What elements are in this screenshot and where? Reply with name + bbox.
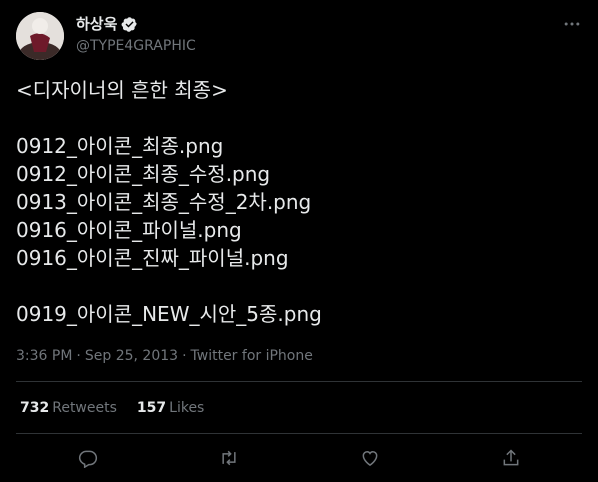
tweet-time[interactable]: 3:36 PM <box>16 346 72 366</box>
reply-icon <box>78 450 98 468</box>
meta-separator: · <box>182 348 187 364</box>
retweet-icon <box>222 450 236 466</box>
tweet-detail: 하상욱 @TYPE4GRAPHIC <디자이너의 흔한 최종> 0912_아이콘… <box>0 0 598 482</box>
display-name[interactable]: 하상욱 <box>76 14 117 34</box>
share-icon <box>503 449 519 466</box>
tweet-meta: 3:36 PM · Sep 25, 2013 · Twitter for iPh… <box>16 346 313 366</box>
avatar[interactable] <box>16 12 64 60</box>
tweet-text: <디자이너의 흔한 최종> 0912_아이콘_최종.png 0912_아이콘_최… <box>16 76 582 328</box>
tweet-line <box>16 272 582 300</box>
like-button[interactable] <box>356 444 384 472</box>
retweets-stat[interactable]: 732 Retweets <box>20 398 117 418</box>
tweet-stats: 732 Retweets 157 Likes <box>20 398 204 418</box>
tweet-line: 0919_아이콘_NEW_시안_5종.png <box>16 302 322 326</box>
author-handle[interactable]: @TYPE4GRAPHIC <box>76 36 196 56</box>
action-bar <box>0 444 598 472</box>
tweet-line: 0916_아이콘_진짜_파이널.png <box>16 246 289 270</box>
avatar-image <box>16 12 64 60</box>
divider <box>16 433 582 434</box>
share-button[interactable] <box>497 444 525 472</box>
tweet-line: <디자이너의 흔한 최종> <box>16 78 228 102</box>
tweet-line <box>16 104 582 132</box>
likes-count: 157 <box>136 400 167 416</box>
likes-label: Likes <box>169 400 205 416</box>
likes-stat[interactable]: 157 Likes <box>137 398 204 418</box>
divider <box>16 381 582 382</box>
more-options-icon[interactable] <box>562 14 582 34</box>
tweet-line: 0916_아이콘_파이널.png <box>16 218 242 242</box>
tweet-line: 0913_아이콘_최종_수정_2차.png <box>16 190 312 214</box>
like-icon <box>362 450 378 466</box>
author-name-row[interactable]: 하상욱 <box>76 14 138 34</box>
tweet-line: 0912_아이콘_최종.png <box>16 134 224 158</box>
verified-badge-icon <box>121 16 138 33</box>
reply-button[interactable] <box>74 444 102 472</box>
retweet-button[interactable] <box>215 444 243 472</box>
retweets-label: Retweets <box>52 400 117 416</box>
tweet-source[interactable]: Twitter for iPhone <box>191 346 313 366</box>
tweet-line: 0912_아이콘_최종_수정.png <box>16 162 271 186</box>
tweet-date[interactable]: Sep 25, 2013 <box>85 346 178 366</box>
retweets-count: 732 <box>20 400 50 416</box>
meta-separator: · <box>76 348 81 364</box>
